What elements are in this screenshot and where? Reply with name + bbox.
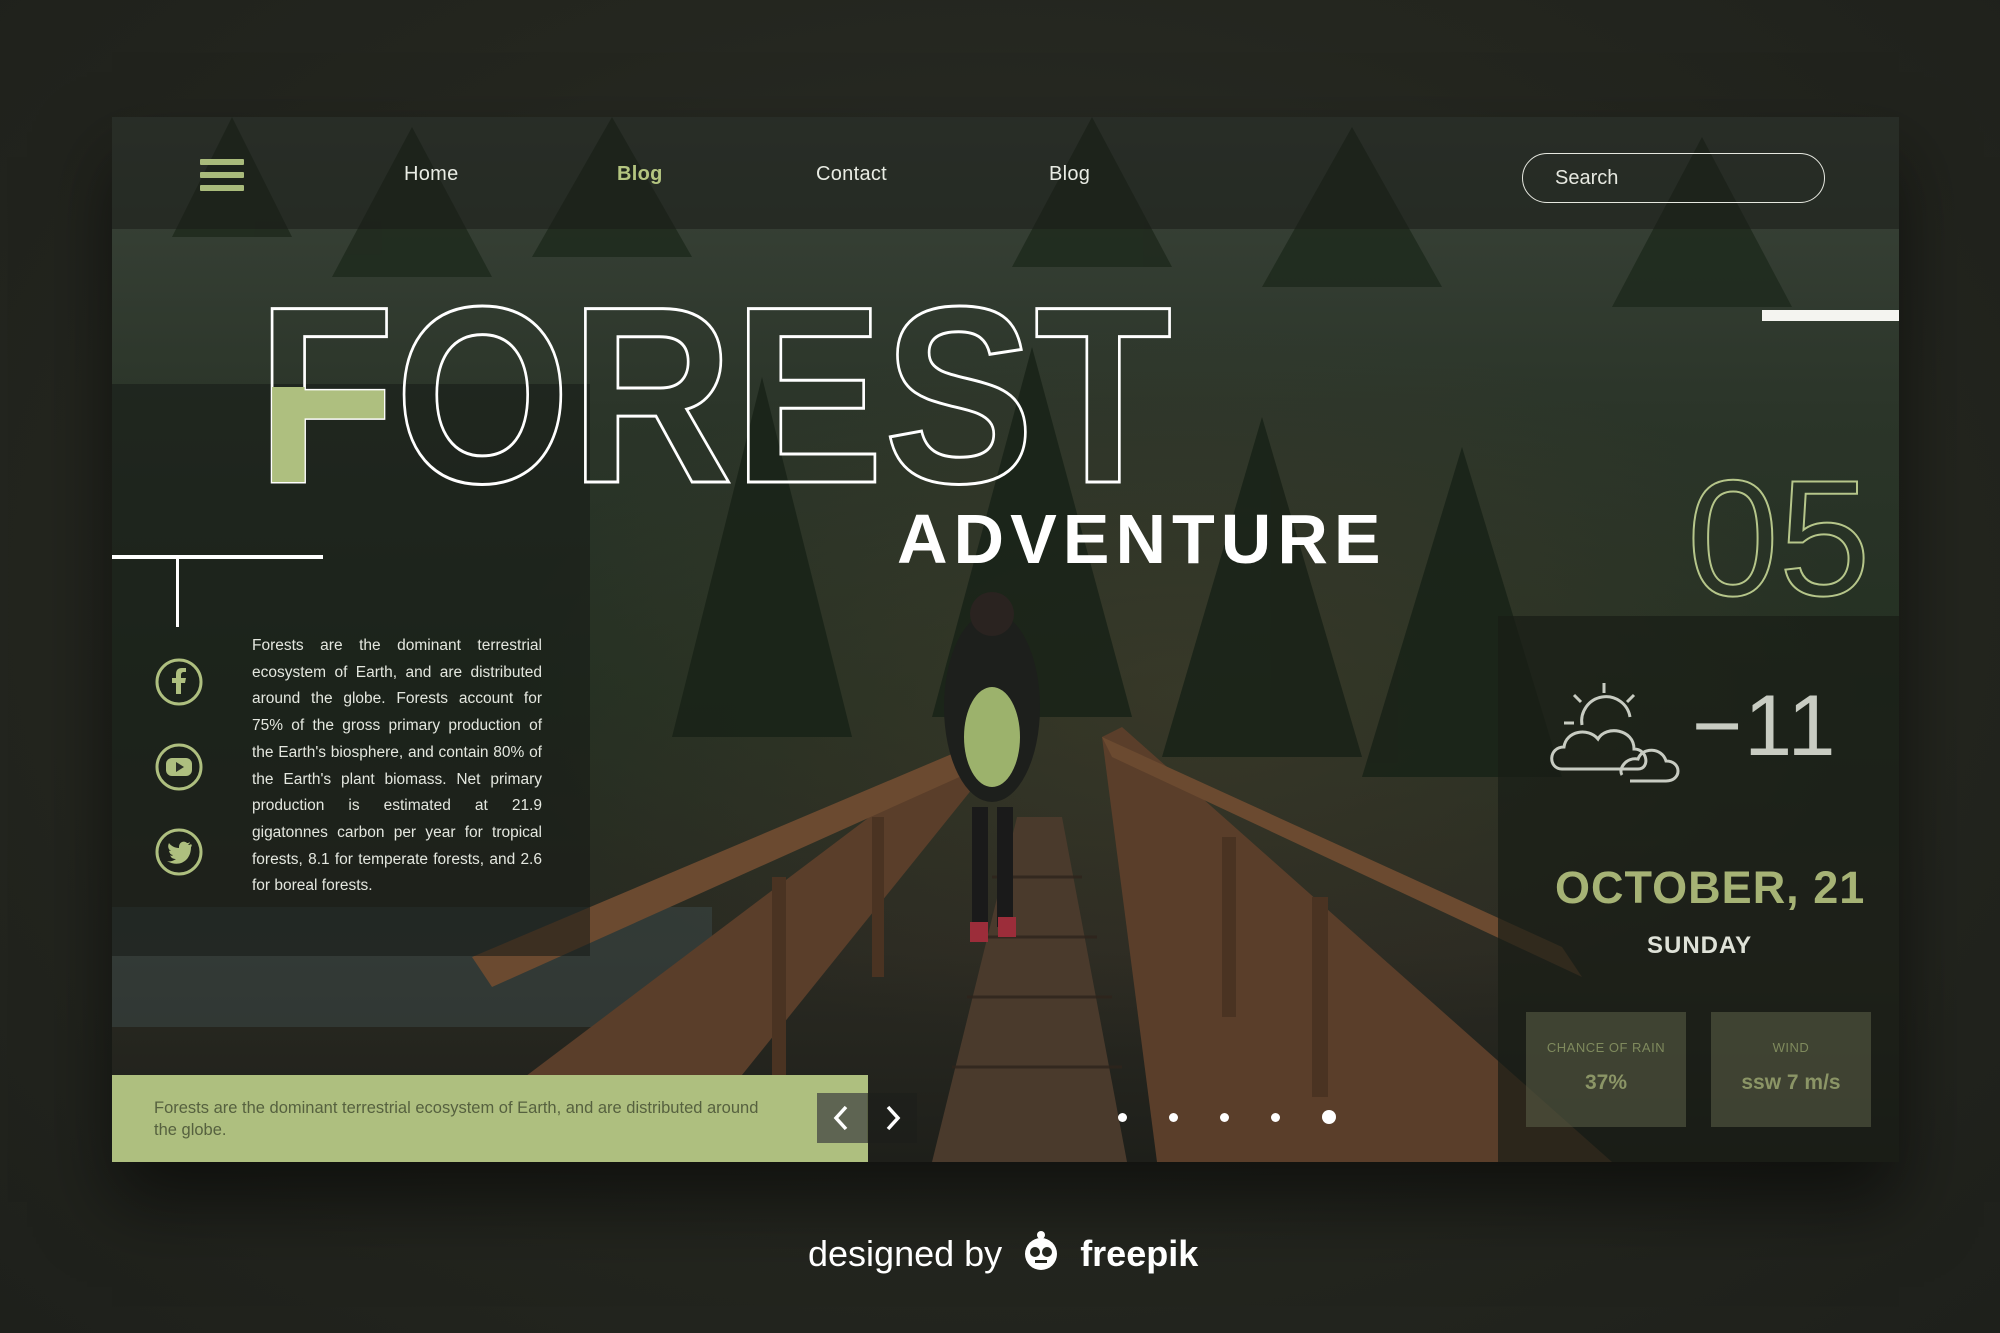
temperature: −11	[1692, 678, 1838, 774]
partly-cloudy-icon	[1550, 683, 1680, 783]
svg-text:FOREST: FOREST	[257, 272, 1172, 502]
slider-dot[interactable]	[1271, 1113, 1280, 1122]
facebook-icon[interactable]	[154, 657, 204, 707]
youtube-icon[interactable]	[154, 742, 204, 792]
credit-brand: freepik	[1080, 1233, 1199, 1274]
hero-subtitle: ADVENTURE	[897, 500, 1387, 578]
intro-text: Forests are the dominant terrestrial eco…	[252, 637, 542, 895]
day-number: 05	[1687, 447, 1872, 602]
rain-chance-box: CHANCE OF RAIN 37%	[1526, 1012, 1686, 1127]
slider-dot-active[interactable]	[1322, 1110, 1336, 1124]
nav-link-blog[interactable]: Blog	[1049, 163, 1090, 186]
nav-link-contact[interactable]: Contact	[816, 163, 887, 186]
wind-box: WIND ssw 7 m/s	[1711, 1012, 1871, 1127]
wind-value: ssw 7 m/s	[1741, 1071, 1841, 1094]
credit-prefix: designed by	[808, 1233, 1003, 1274]
slider-dot[interactable]	[1169, 1113, 1178, 1122]
hero-title: FOREST FOREST	[256, 272, 1174, 502]
svg-text:05: 05	[1687, 447, 1871, 602]
chevron-right-icon[interactable]	[867, 1093, 917, 1143]
weekday: SUNDAY	[1647, 932, 1753, 959]
accent-bar	[1762, 310, 1899, 321]
hamburger-menu-icon[interactable]	[200, 159, 244, 193]
decorative-line-vertical	[176, 557, 179, 627]
nav-link-blog-active[interactable]: Blog	[617, 163, 663, 186]
freepik-logo-icon	[1025, 1231, 1058, 1270]
decorative-line	[112, 555, 323, 559]
weather-date: OCTOBER, 21	[1555, 862, 1866, 913]
chevron-left-icon[interactable]	[817, 1093, 867, 1143]
slider-dot[interactable]	[1118, 1113, 1127, 1122]
top-navigation: Home Blog Contact Blog	[112, 117, 1899, 229]
wind-label: WIND	[1772, 1040, 1810, 1055]
rain-label: CHANCE OF RAIN	[1546, 1040, 1666, 1055]
caption-bar: Forests are the dominant terrestrial eco…	[112, 1075, 868, 1162]
nav-link-home[interactable]: Home	[404, 163, 459, 186]
rain-value: 37%	[1584, 1071, 1628, 1094]
slider-dot[interactable]	[1220, 1113, 1229, 1122]
twitter-icon[interactable]	[154, 827, 204, 877]
search-input[interactable]	[1522, 153, 1825, 203]
footer-credit: designed by freepik	[808, 1230, 1198, 1275]
landing-card: Home Blog Contact Blog FOREST FOREST ADV…	[112, 117, 1899, 1162]
caption-text: Forests are the dominant terrestrial eco…	[154, 1099, 759, 1139]
